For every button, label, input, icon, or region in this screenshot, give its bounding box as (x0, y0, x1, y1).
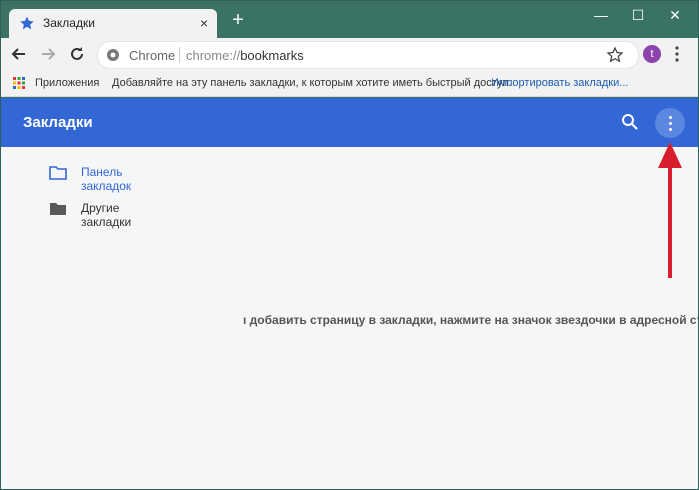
tab-close-icon[interactable]: × (200, 15, 208, 31)
empty-state-message: ı добавить страницу в закладки, нажмите … (243, 313, 699, 327)
apps-grid-icon[interactable] (13, 77, 25, 89)
url-path: bookmarks (240, 48, 304, 63)
url-text: chrome://bookmarks (186, 48, 304, 63)
forward-arrow-icon[interactable] (38, 44, 58, 64)
tab-strip: Закладки × + — ☐ ✕ (1, 1, 698, 38)
bookmarks-app-header: Закладки (1, 98, 698, 147)
bookmarks-content: Панель закладок Другие закладки ı добави… (1, 147, 699, 489)
folder-label: Другие закладки (81, 201, 132, 229)
new-tab-button[interactable]: + (229, 10, 247, 30)
reload-icon[interactable] (67, 44, 87, 64)
url-scheme: chrome:// (186, 48, 241, 63)
maximize-button[interactable]: ☐ (621, 5, 655, 25)
folder-filled-icon (50, 203, 66, 215)
site-label: Chrome (129, 48, 176, 63)
omnibox-divider (179, 47, 180, 63)
browser-toolbar: Chrome chrome://bookmarks t (1, 38, 698, 70)
more-actions-button[interactable] (655, 108, 685, 138)
close-window-button[interactable]: ✕ (658, 5, 692, 25)
address-bar[interactable]: Chrome chrome://bookmarks (97, 41, 639, 69)
chrome-icon (107, 49, 119, 61)
folder-label: Панель закладок (81, 165, 132, 193)
star-icon (20, 16, 34, 30)
bookmarks-bar-hint: Добавляйте на эту панель закладки, к кот… (112, 77, 512, 89)
dot (669, 116, 672, 119)
profile-avatar[interactable]: t (643, 45, 661, 63)
tab-title: Закладки (43, 16, 95, 30)
minimize-button[interactable]: — (584, 5, 618, 25)
folder-outline-icon (49, 166, 67, 180)
import-bookmarks-link[interactable]: Импортировать закладки... (491, 77, 628, 89)
dot (669, 122, 672, 125)
bookmarks-bar: Приложения Добавляйте на эту панель закл… (1, 70, 698, 97)
bookmark-star-icon[interactable] (606, 46, 624, 64)
page-title: Закладки (23, 114, 93, 131)
tab-bookmarks[interactable]: Закладки × (9, 9, 217, 38)
annotation-arrow-icon (658, 142, 682, 278)
dot (669, 128, 672, 131)
back-arrow-icon[interactable] (9, 44, 29, 64)
search-icon[interactable] (620, 112, 640, 132)
apps-link[interactable]: Приложения (35, 77, 99, 89)
browser-menu-icon[interactable] (673, 46, 681, 62)
browser-window: Закладки × + — ☐ ✕ Chrome chrome://bookm… (0, 0, 699, 490)
